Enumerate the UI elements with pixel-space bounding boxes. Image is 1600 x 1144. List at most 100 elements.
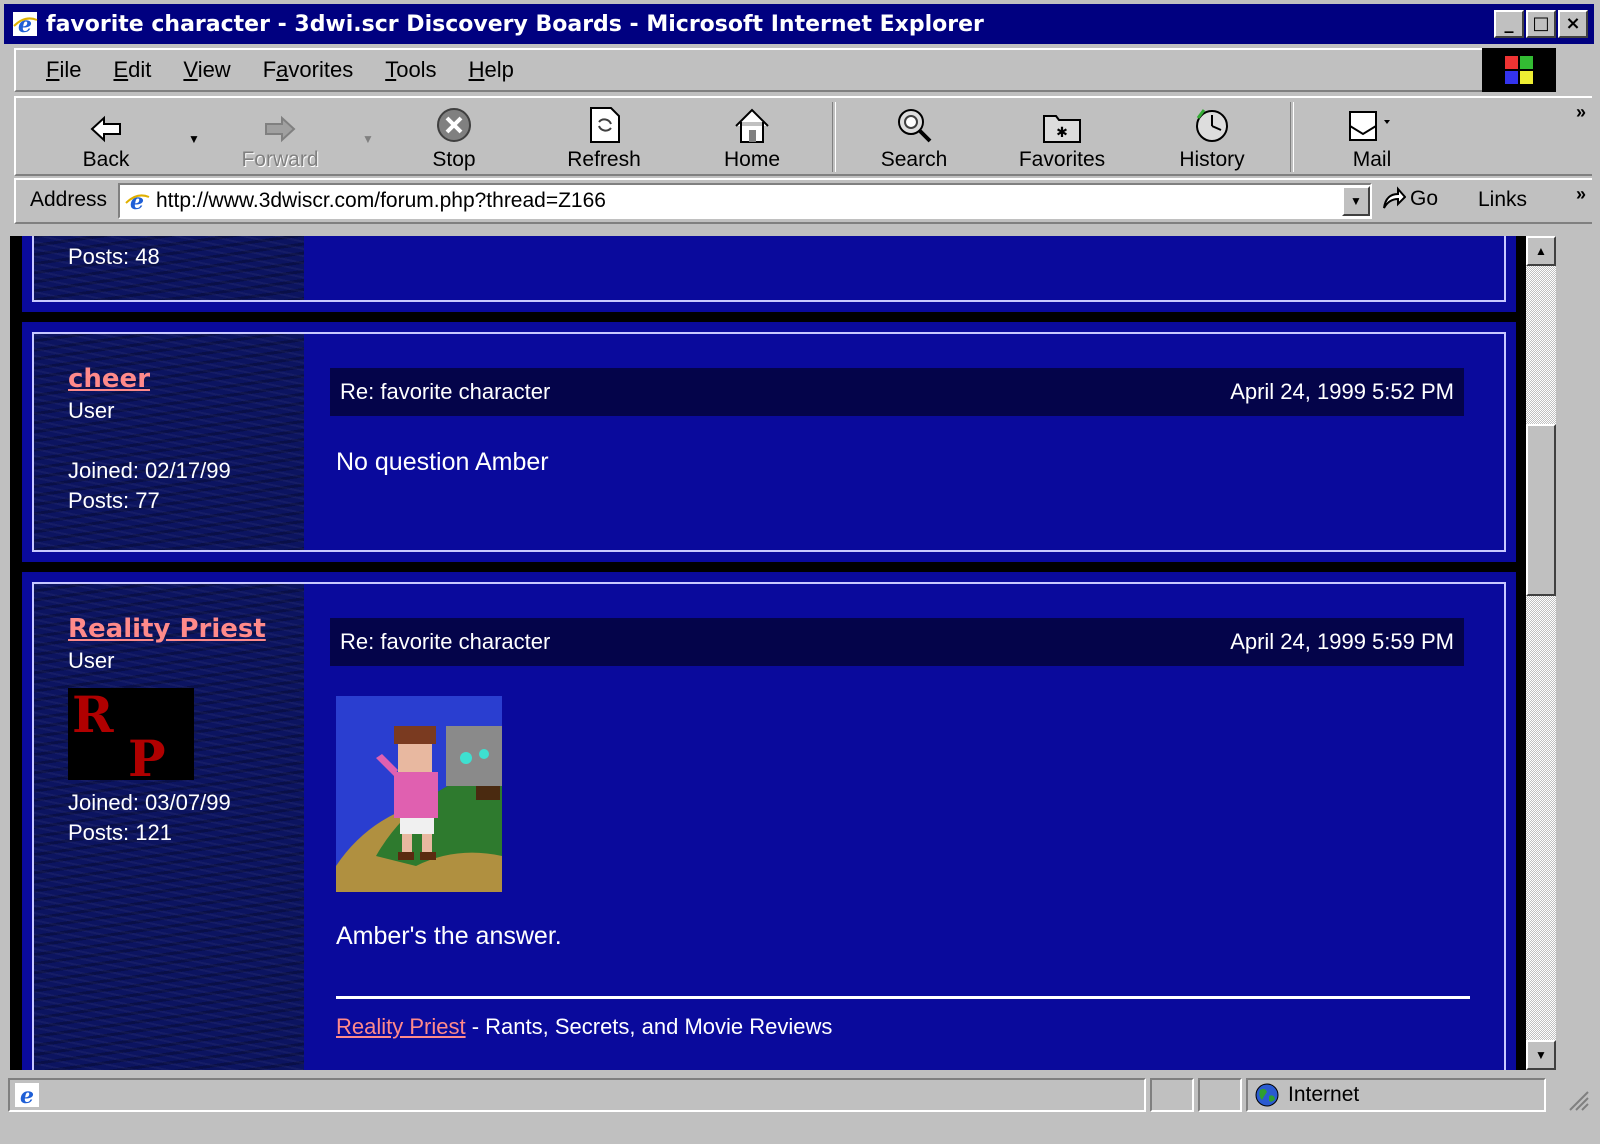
back-dropdown-icon[interactable]: ▼ — [188, 132, 200, 146]
username-link[interactable]: Reality Priest — [68, 614, 266, 644]
back-button[interactable]: Back — [46, 102, 166, 172]
close-icon: × — [1565, 13, 1581, 34]
user-role: User — [68, 648, 115, 673]
user-avatar: R P — [68, 685, 194, 788]
menu-help[interactable]: Help — [453, 57, 530, 83]
security-zone-panel: Internet — [1246, 1078, 1546, 1112]
username-link[interactable]: cheer — [68, 364, 150, 394]
toolbar-separator — [1290, 102, 1294, 172]
stop-button[interactable]: Stop — [394, 102, 514, 172]
back-label: Back — [82, 148, 130, 171]
joined-date: Joined: 02/17/99 — [68, 458, 231, 483]
menu-hotkey: T — [385, 57, 397, 82]
svg-text:e: e — [18, 12, 32, 37]
svg-text:P: P — [128, 729, 166, 780]
refresh-icon — [590, 107, 620, 143]
post-count: Posts: 121 — [68, 820, 172, 845]
globe-icon — [1255, 1083, 1279, 1107]
menu-favorites[interactable]: Favorites — [247, 57, 370, 83]
menu-file[interactable]: File — [16, 57, 97, 83]
signature: Reality Priest - Rants, Secrets, and Mov… — [336, 1014, 832, 1040]
svg-text:e: e — [130, 189, 144, 214]
forum-post: Posts: 48 — [22, 236, 1516, 312]
browser-window: e favorite character - 3dwi.scr Discover… — [0, 0, 1600, 1144]
forum-post: Reality Priest User R P Joined: 03/07/99… — [22, 572, 1516, 1070]
forward-label: Forward — [241, 148, 319, 171]
address-label: Address — [30, 188, 108, 211]
forward-arrow-icon — [265, 115, 296, 143]
signature-link[interactable]: Reality Priest — [336, 1014, 466, 1039]
post-sidebar: Reality Priest User R P Joined: 03/07/99… — [34, 584, 304, 1070]
go-button[interactable]: Go — [1380, 186, 1438, 212]
message-subject: Re: favorite character — [340, 379, 551, 404]
favorites-button[interactable]: ✱ Favorites — [1002, 102, 1122, 172]
user-role: User — [68, 398, 115, 423]
svg-text:✱: ✱ — [1056, 124, 1068, 140]
address-url[interactable]: http://www.3dwiscr.com/forum.php?thread=… — [156, 189, 1342, 213]
search-icon — [898, 109, 932, 143]
signature-text: - Rants, Secrets, and Movie Reviews — [465, 1014, 833, 1039]
links-more-icon[interactable]: » — [1576, 184, 1586, 205]
home-button[interactable]: Home — [692, 102, 812, 172]
menu-edit[interactable]: Edit — [97, 57, 167, 83]
signature-divider — [336, 996, 1470, 999]
menu-view[interactable]: View — [167, 57, 246, 83]
forward-dropdown-icon[interactable]: ▼ — [362, 132, 374, 146]
post-sidebar: cheer User Joined: 02/17/99 Posts: 77 — [34, 334, 304, 550]
mail-label: Mail — [1352, 148, 1392, 171]
scroll-up-icon: ▲ — [1535, 244, 1547, 258]
scroll-down-icon: ▼ — [1535, 1048, 1547, 1062]
status-panel — [1150, 1078, 1194, 1112]
search-button[interactable]: Search — [854, 102, 974, 172]
message-subject: Re: favorite character — [340, 629, 551, 654]
refresh-button[interactable]: Refresh — [544, 102, 664, 172]
mail-icon — [1349, 111, 1390, 141]
forward-button[interactable]: Forward — [220, 102, 340, 172]
minimize-icon: _ — [1504, 13, 1514, 34]
post-count: Posts: 77 — [68, 488, 160, 513]
scroll-down-button[interactable]: ▼ — [1526, 1040, 1556, 1070]
forum-post: cheer User Joined: 02/17/99 Posts: 77 Re… — [22, 322, 1516, 562]
window-title: favorite character - 3dwi.scr Discovery … — [46, 11, 984, 37]
address-dropdown-icon[interactable]: ▼ — [1342, 186, 1370, 216]
home-icon — [735, 108, 769, 143]
message-body: Amber's the answer. — [336, 922, 562, 950]
favorites-label: Favorites — [1018, 148, 1106, 171]
menu-hotkey: a — [276, 57, 289, 82]
minimize-button[interactable]: _ — [1494, 10, 1524, 38]
address-bar: Address e http://www.3dwiscr.com/forum.p… — [14, 178, 1592, 224]
menu-tools[interactable]: Tools — [369, 57, 452, 83]
page-status-icon: e — [15, 1083, 39, 1108]
refresh-label: Refresh — [567, 148, 641, 171]
standard-toolbar: Back ▼ Forward ▼ Stop Refresh Home Searc… — [14, 96, 1592, 176]
history-icon — [1196, 109, 1228, 142]
menu-bar: File Edit View Favorites Tools Help — [14, 48, 1508, 92]
post-image — [336, 696, 502, 892]
joined-date: Joined: 03/07/99 — [68, 790, 231, 815]
scroll-thumb[interactable] — [1526, 424, 1556, 596]
mail-button[interactable]: Mail — [1312, 102, 1432, 172]
page-content: Posts: 48 cheer User Joined: 02/17/99 Po… — [10, 236, 1526, 1070]
status-text-panel: e — [8, 1078, 1146, 1112]
go-arrow-icon — [1383, 186, 1406, 209]
stop-icon — [437, 108, 471, 142]
home-label: Home — [723, 148, 781, 171]
scroll-up-button[interactable]: ▲ — [1526, 236, 1556, 266]
maximize-button[interactable]: □ — [1526, 10, 1556, 38]
vertical-scrollbar[interactable]: ▲ ▼ — [1526, 236, 1556, 1070]
title-bar: e favorite character - 3dwi.scr Discover… — [4, 4, 1594, 44]
links-button[interactable]: Links — [1478, 188, 1527, 212]
toolbar-more-icon[interactable]: » — [1576, 102, 1586, 123]
message-header: Re: favorite character April 24, 1999 5:… — [330, 618, 1464, 666]
menu-hotkey: F — [46, 57, 60, 82]
post-count: Posts: 48 — [68, 244, 160, 269]
address-field[interactable]: e http://www.3dwiscr.com/forum.php?threa… — [118, 183, 1372, 219]
history-button[interactable]: History — [1152, 102, 1272, 172]
close-button[interactable]: × — [1558, 10, 1588, 38]
character-image-icon — [336, 696, 502, 892]
go-label: Go — [1410, 187, 1439, 210]
status-panel — [1198, 1078, 1242, 1112]
resize-grip-icon[interactable] — [1564, 1086, 1590, 1112]
post-sidebar: Posts: 48 — [34, 236, 304, 300]
page-ie-icon: e — [125, 189, 150, 214]
